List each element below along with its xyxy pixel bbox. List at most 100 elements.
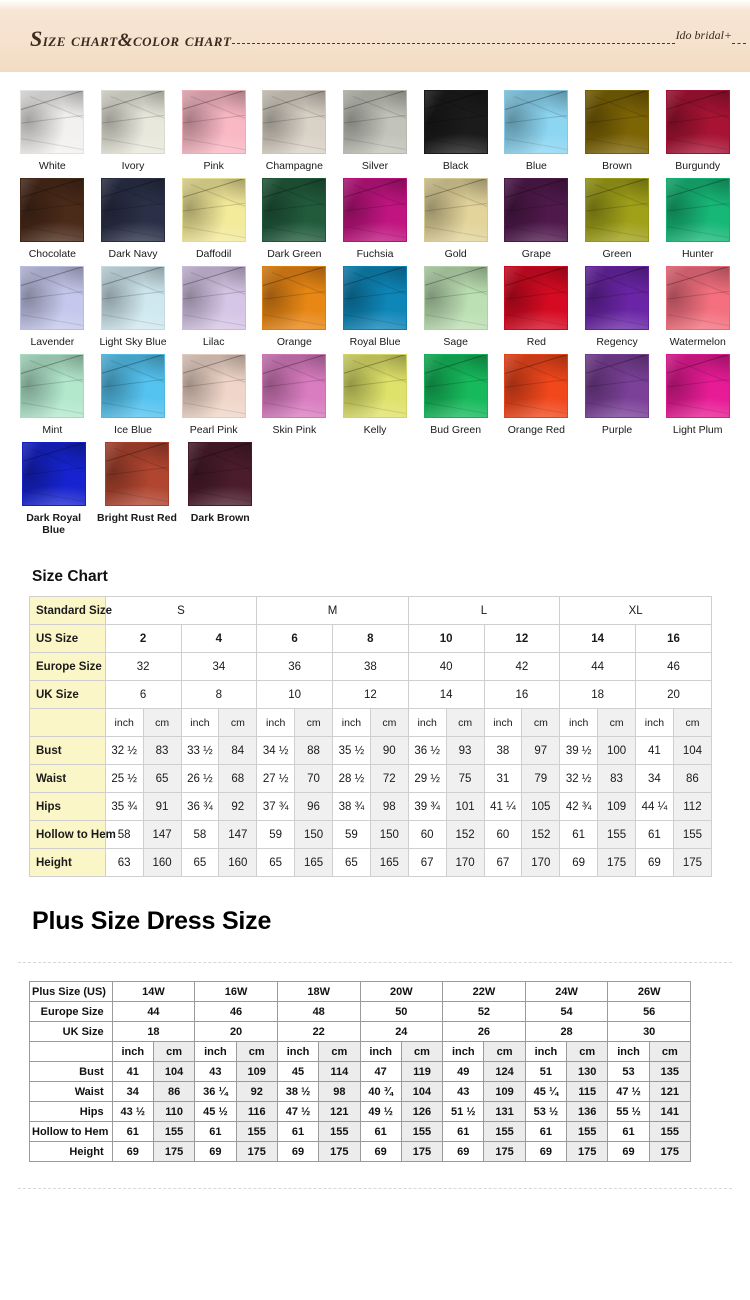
color-swatch-item[interactable]: Sage — [415, 266, 496, 348]
color-swatch-image[interactable] — [665, 266, 730, 330]
table-cell: 91 — [142, 792, 182, 821]
color-swatch-image[interactable] — [181, 266, 246, 330]
color-swatch-image[interactable] — [504, 90, 569, 154]
row-header: Europe Size — [29, 1001, 113, 1022]
color-swatch-image[interactable] — [262, 178, 327, 242]
color-swatch-item[interactable]: Dark Navy — [93, 178, 174, 260]
unit-cell: inch — [359, 1041, 402, 1062]
color-swatch-item[interactable]: Daffodil — [173, 178, 254, 260]
color-swatch-image[interactable] — [585, 178, 650, 242]
row-header-blank — [29, 1041, 113, 1062]
color-swatch-image[interactable] — [262, 90, 327, 154]
color-swatch-image[interactable] — [343, 90, 408, 154]
color-swatch-item[interactable]: Dark Brown — [179, 442, 262, 536]
color-swatch-item[interactable]: Purple — [577, 354, 658, 436]
color-swatch-image[interactable] — [343, 266, 408, 330]
color-swatch-item[interactable]: Grape — [496, 178, 577, 260]
color-swatch-item[interactable]: Champagne — [254, 90, 335, 172]
color-swatch-image[interactable] — [423, 354, 488, 418]
color-swatch-item[interactable]: Pearl Pink — [173, 354, 254, 436]
color-swatch-item[interactable]: Royal Blue — [335, 266, 416, 348]
color-swatch-image[interactable] — [504, 354, 569, 418]
color-swatch-image[interactable] — [20, 178, 85, 242]
color-swatch-item[interactable]: Kelly — [335, 354, 416, 436]
color-swatch-item[interactable]: Lilac — [173, 266, 254, 348]
color-swatch-item[interactable]: Silver — [335, 90, 416, 172]
color-swatch-image[interactable] — [665, 178, 730, 242]
color-swatch-item[interactable]: Gold — [415, 178, 496, 260]
color-swatch-item[interactable]: Ivory — [93, 90, 174, 172]
color-swatch-image[interactable] — [343, 178, 408, 242]
color-swatch-item[interactable]: Burgundy — [657, 90, 738, 172]
color-swatch-image[interactable] — [423, 266, 488, 330]
color-swatch-item[interactable]: Green — [577, 178, 658, 260]
table-cell: 35 ½ — [332, 736, 371, 765]
color-swatch-item[interactable]: Mint — [12, 354, 93, 436]
color-swatch-item[interactable]: Dark Royal Blue — [12, 442, 95, 536]
table-cell: 150 — [369, 820, 409, 849]
color-swatch-image[interactable] — [423, 90, 488, 154]
color-swatch-image[interactable] — [20, 266, 85, 330]
color-swatch-label: Sage — [443, 336, 468, 348]
color-swatch-item[interactable]: Bud Green — [415, 354, 496, 436]
color-swatch-item[interactable]: Orange Red — [496, 354, 577, 436]
color-swatch-item[interactable]: Chocolate — [12, 178, 93, 260]
color-swatch-item[interactable]: Pink — [173, 90, 254, 172]
color-swatch-image[interactable] — [101, 266, 165, 330]
color-swatch-item[interactable]: White — [12, 90, 93, 172]
color-swatch-item[interactable]: Ice Blue — [93, 354, 174, 436]
color-swatch-image[interactable] — [181, 90, 246, 154]
table-cell: 90 — [369, 736, 409, 765]
color-swatch-item[interactable]: Hunter — [657, 178, 738, 260]
color-swatch-image[interactable] — [504, 178, 569, 242]
color-swatch-image[interactable] — [101, 354, 165, 418]
color-swatch-image[interactable] — [20, 90, 85, 154]
color-swatch-item[interactable]: Watermelon — [657, 266, 738, 348]
color-swatch-item[interactable]: Regency — [577, 266, 658, 348]
table-cell: 112 — [672, 792, 713, 821]
table-cell: 44 — [559, 652, 636, 681]
color-swatch-item[interactable]: Dark Green — [254, 178, 335, 260]
color-swatch-item[interactable]: Skin Pink — [254, 354, 335, 436]
table-cell: 61 — [607, 1121, 650, 1142]
table-cell: 116 — [235, 1101, 278, 1122]
color-swatch-item[interactable]: Bright Rust Red — [95, 442, 178, 536]
color-swatch-label: Hunter — [681, 248, 714, 260]
color-swatch-image[interactable] — [104, 442, 169, 506]
unit-cell: cm — [648, 1041, 692, 1062]
color-swatch-image[interactable] — [585, 90, 650, 154]
color-swatch-item[interactable]: Fuchsia — [335, 178, 416, 260]
color-swatch-image[interactable] — [101, 178, 165, 242]
color-swatch-item[interactable]: Black — [415, 90, 496, 172]
color-swatch-image[interactable] — [262, 266, 327, 330]
color-swatch-item[interactable]: Orange — [254, 266, 335, 348]
color-swatch-image[interactable] — [665, 90, 730, 154]
color-swatch-item[interactable]: Red — [496, 266, 577, 348]
table-cell: 69 — [359, 1141, 402, 1162]
color-swatch-image[interactable] — [423, 178, 488, 242]
table-cell: 42 — [483, 652, 561, 681]
color-swatch-item[interactable]: Light Sky Blue — [93, 266, 174, 348]
color-swatch-image[interactable] — [262, 354, 327, 418]
color-swatch-image[interactable] — [585, 266, 650, 330]
color-swatch-image[interactable] — [504, 266, 569, 330]
color-swatch-image[interactable] — [21, 442, 86, 506]
table-cell: 28 — [524, 1021, 609, 1042]
color-swatch-item[interactable]: Lavender — [12, 266, 93, 348]
color-swatch-item[interactable]: Brown — [577, 90, 658, 172]
color-swatch-image[interactable] — [585, 354, 650, 418]
color-swatch-image[interactable] — [20, 354, 85, 418]
color-swatch-label: Blue — [525, 160, 547, 172]
color-swatch-item[interactable]: Light Plum — [657, 354, 738, 436]
color-swatch-image[interactable] — [665, 354, 730, 418]
color-swatch-image[interactable] — [181, 178, 246, 242]
color-swatch-image[interactable] — [343, 354, 408, 418]
color-swatch-label: Dark Navy — [108, 248, 158, 260]
table-cell: 170 — [521, 848, 561, 877]
color-swatch-item[interactable]: Blue — [496, 90, 577, 172]
color-swatch-image[interactable] — [101, 90, 165, 154]
color-swatch-image[interactable] — [188, 442, 253, 506]
color-swatch-image[interactable] — [181, 354, 246, 418]
color-swatch-label: Red — [526, 336, 546, 348]
table-cell: 98 — [369, 792, 409, 821]
